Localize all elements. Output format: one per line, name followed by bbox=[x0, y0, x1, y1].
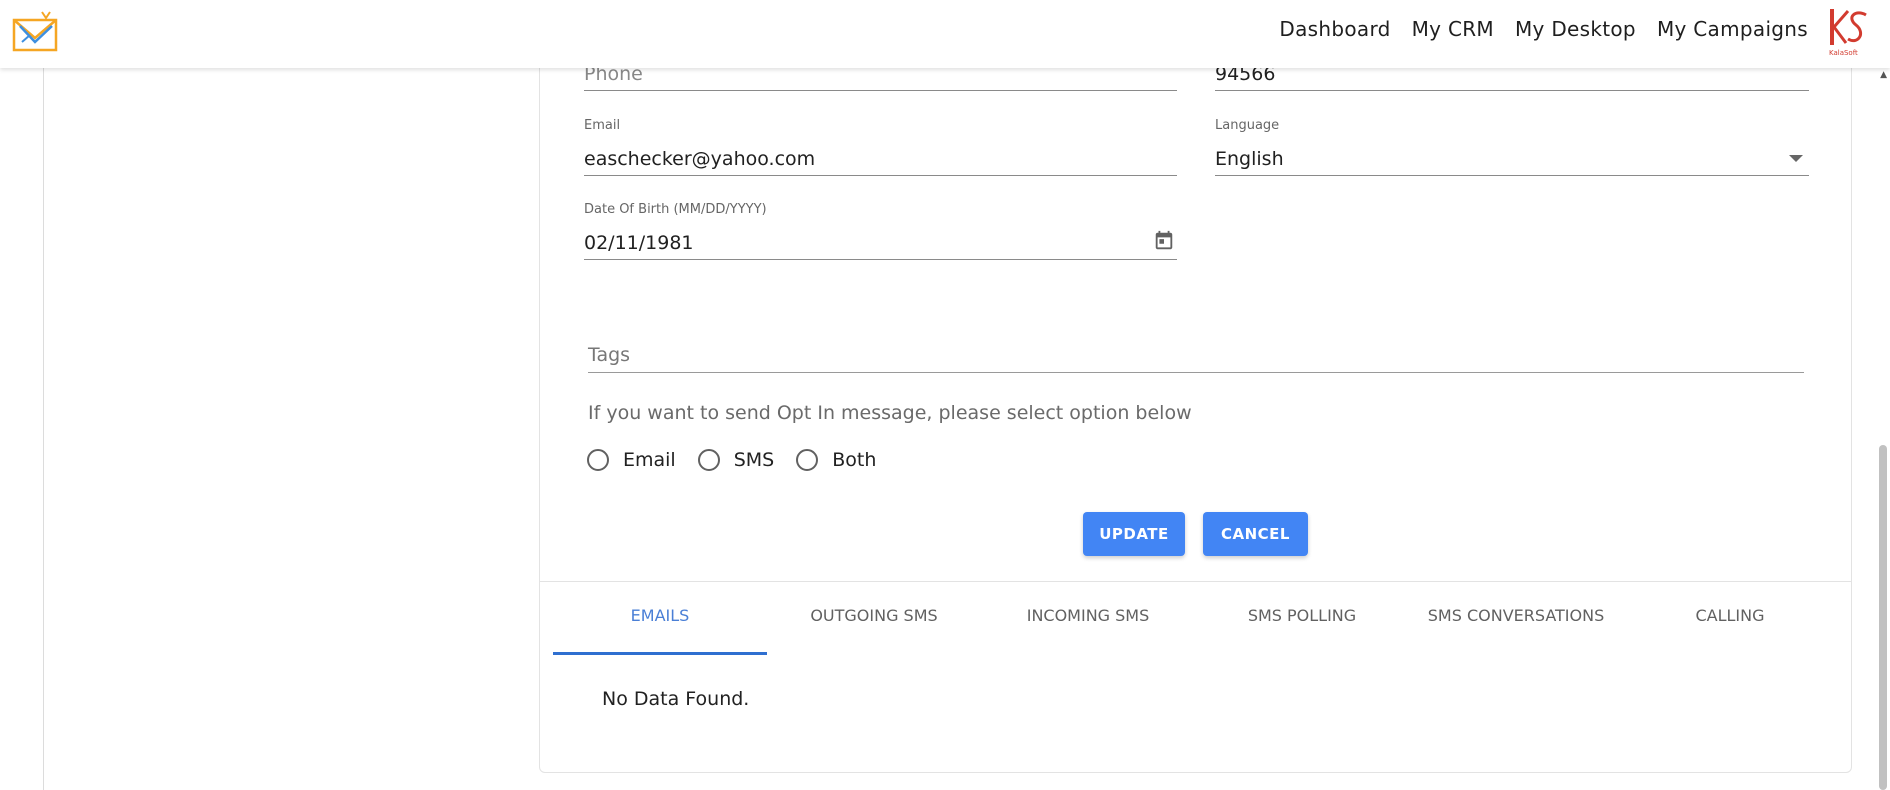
top-navbar: Dashboard My CRM My Desktop My Campaigns… bbox=[0, 0, 1890, 68]
tab-calling[interactable]: CALLING bbox=[1623, 606, 1837, 652]
optin-label-both: Both bbox=[832, 449, 877, 471]
chevron-down-icon[interactable] bbox=[1789, 155, 1803, 162]
update-button[interactable]: UPDATE bbox=[1083, 512, 1185, 556]
cancel-button[interactable]: CANCEL bbox=[1203, 512, 1308, 556]
optin-radio-email[interactable] bbox=[587, 449, 609, 471]
optin-radio-both[interactable] bbox=[796, 449, 819, 471]
kalasoft-logo-icon[interactable]: KalaSoft bbox=[1826, 5, 1872, 57]
tags-placeholder: Tags bbox=[588, 344, 631, 366]
main-nav: Dashboard My CRM My Desktop My Campaigns bbox=[1279, 0, 1808, 58]
section-divider bbox=[539, 581, 1852, 582]
sidebar-divider bbox=[43, 68, 44, 790]
tab-sms-conversations[interactable]: SMS CONVERSATIONS bbox=[1409, 606, 1623, 652]
optin-options: Email SMS Both bbox=[587, 449, 898, 471]
calendar-icon[interactable] bbox=[1153, 230, 1175, 252]
dob-value: 02/11/1981 bbox=[584, 232, 694, 254]
nav-dashboard[interactable]: Dashboard bbox=[1279, 17, 1390, 41]
optin-label-email: Email bbox=[623, 449, 676, 471]
nav-my-campaigns[interactable]: My Campaigns bbox=[1657, 17, 1808, 41]
email-value: easchecker@yahoo.com bbox=[584, 148, 816, 170]
optin-instructions: If you want to send Opt In message, plea… bbox=[588, 402, 1192, 424]
language-select[interactable]: Language English bbox=[1215, 118, 1809, 176]
optin-radio-sms[interactable] bbox=[697, 449, 720, 471]
dob-label: Date Of Birth (MM/DD/YYYY) bbox=[584, 202, 767, 217]
envelope-logo-icon[interactable] bbox=[12, 8, 60, 56]
email-label: Email bbox=[584, 118, 621, 133]
brand-name-text: KalaSoft bbox=[1829, 49, 1858, 57]
nav-my-crm[interactable]: My CRM bbox=[1412, 17, 1494, 41]
email-field[interactable]: Email easchecker@yahoo.com bbox=[584, 118, 1177, 176]
active-tab-indicator bbox=[553, 652, 767, 655]
scrollbar-thumb[interactable] bbox=[1879, 445, 1887, 790]
empty-state-message: No Data Found. bbox=[602, 688, 750, 710]
dob-field[interactable]: Date Of Birth (MM/DD/YYYY) 02/11/1981 bbox=[584, 202, 1177, 260]
tab-sms-polling[interactable]: SMS POLLING bbox=[1195, 606, 1409, 652]
tab-incoming-sms[interactable]: INCOMING SMS bbox=[981, 606, 1195, 652]
language-label: Language bbox=[1215, 118, 1280, 133]
nav-my-desktop[interactable]: My Desktop bbox=[1515, 17, 1636, 41]
language-value: English bbox=[1215, 148, 1284, 170]
scroll-up-arrow-icon[interactable]: ▲ bbox=[1880, 70, 1887, 80]
tab-outgoing-sms[interactable]: OUTGOING SMS bbox=[767, 606, 981, 652]
tags-input[interactable]: Tags bbox=[588, 335, 1804, 373]
optin-label-sms: SMS bbox=[733, 449, 775, 471]
tab-emails[interactable]: EMAILS bbox=[553, 606, 767, 652]
